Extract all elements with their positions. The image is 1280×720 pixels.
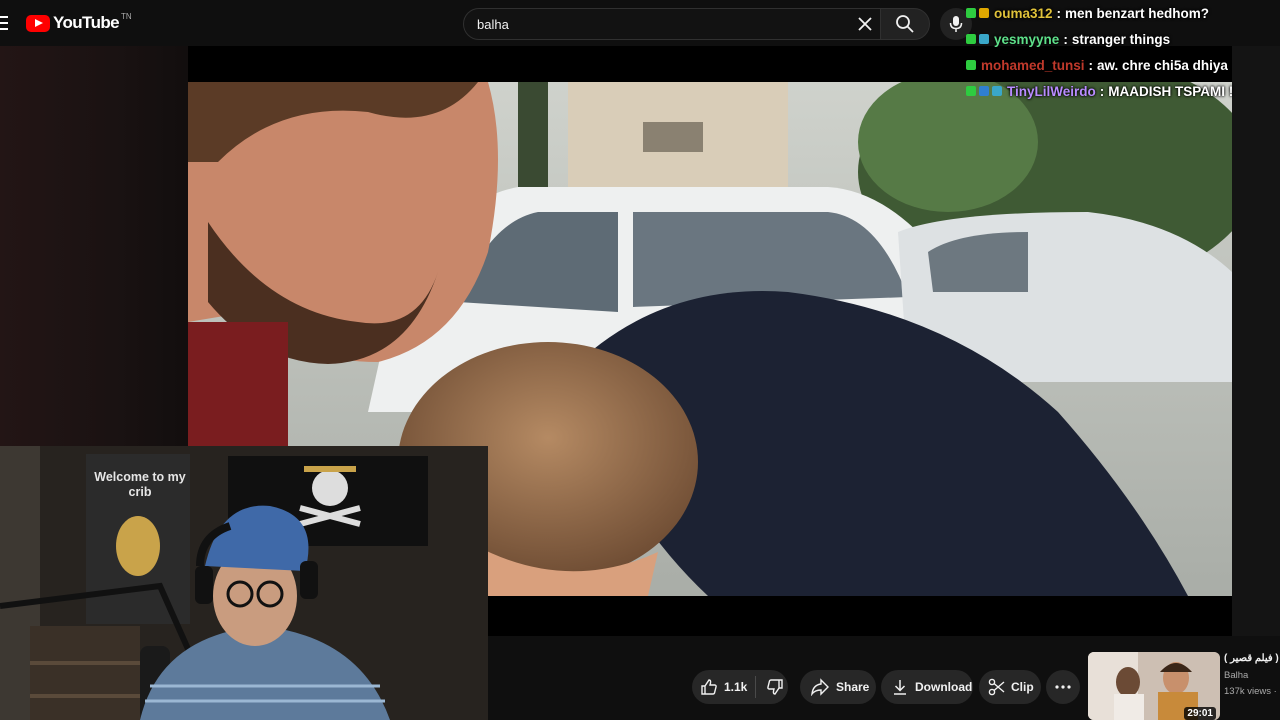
stream-chat-overlay: ouma312 : men benzart hedhom? yesmyyne :…	[966, 0, 1266, 104]
youtube-logo[interactable]: YouTube TN	[26, 11, 132, 33]
clip-icon	[988, 678, 1005, 696]
video-duration: 29:01	[1184, 707, 1216, 720]
like-dislike-group: 1.1k	[692, 670, 788, 704]
menu-icon[interactable]	[0, 16, 8, 30]
share-icon	[811, 678, 829, 696]
chat-username: mohamed_tunsi	[981, 57, 1085, 73]
like-count: 1.1k	[724, 680, 748, 694]
chat-text: stranger things	[1071, 31, 1171, 47]
clip-button[interactable]: Clip	[979, 670, 1041, 704]
like-button[interactable]: 1.1k	[700, 678, 755, 696]
chat-message: TinyLilWeirdo : MAADISH TSPAMI !	[966, 78, 1266, 104]
recommended-video-title[interactable]: ( فيلم قصير )	[1224, 653, 1279, 664]
search-input[interactable]: balha	[477, 17, 509, 32]
download-label: Download	[915, 680, 973, 694]
chat-message: mohamed_tunsi : aw. chre chi5a dhiya	[966, 52, 1266, 78]
chat-separator: :	[1088, 57, 1094, 73]
webcam-poster-text: Welcome to my crib	[94, 470, 186, 499]
like-icon	[701, 679, 717, 695]
dislike-icon	[767, 679, 784, 695]
recommended-video-views: 137k views ·	[1224, 686, 1277, 697]
dislike-button[interactable]	[766, 678, 784, 696]
youtube-logo-icon	[26, 14, 50, 32]
clear-icon[interactable]	[856, 15, 874, 33]
page-background-left	[0, 46, 188, 446]
chat-separator: :	[1056, 5, 1062, 21]
chat-badge-icon	[979, 34, 989, 44]
clip-label: Clip	[1011, 680, 1034, 694]
more-icon	[1055, 685, 1071, 689]
webcam-scene	[0, 446, 488, 720]
recommended-video-channel[interactable]: Balha	[1224, 670, 1248, 681]
webcam-overlay: Welcome to my crib	[0, 446, 488, 720]
like-dislike-divider	[755, 676, 757, 698]
chat-badge-icon	[979, 8, 989, 18]
chat-username: yesmyyne	[994, 31, 1060, 47]
chat-badge-icon	[979, 86, 989, 96]
search-button[interactable]	[880, 8, 930, 40]
logo-text: YouTube	[53, 13, 120, 32]
chat-badge-icon	[966, 34, 976, 44]
chat-text: aw. chre chi5a dhiya	[1097, 57, 1228, 73]
chat-username: TinyLilWeirdo	[1007, 83, 1096, 99]
logo-country-code: TN	[121, 11, 132, 21]
chat-separator: :	[1063, 31, 1068, 47]
search-icon	[896, 15, 914, 33]
download-icon	[894, 680, 906, 695]
recommended-video-thumbnail[interactable]: 29:01	[1088, 652, 1220, 720]
page-background-right	[1232, 46, 1280, 636]
chat-username: ouma312	[994, 5, 1053, 21]
chat-badge-icon	[966, 86, 976, 96]
more-actions-button[interactable]	[1046, 670, 1080, 704]
mic-icon	[949, 16, 963, 32]
video-letterbox-bottom	[488, 596, 1232, 636]
chat-badge-icon	[966, 8, 976, 18]
chat-message: yesmyyne : stranger things	[966, 26, 1266, 52]
share-button[interactable]: Share	[800, 670, 876, 704]
chat-badge-icon	[966, 60, 976, 70]
share-label: Share	[836, 680, 870, 694]
search-box[interactable]: balha	[463, 8, 881, 40]
download-button[interactable]: Download	[881, 670, 973, 704]
chat-separator: :	[1099, 83, 1105, 99]
chat-text: men benzart hedhom?	[1065, 5, 1210, 21]
chat-text: MAADISH TSPAMI !	[1108, 83, 1234, 99]
chat-message: ouma312 : men benzart hedhom?	[966, 0, 1266, 26]
chat-badge-icon	[992, 86, 1002, 96]
